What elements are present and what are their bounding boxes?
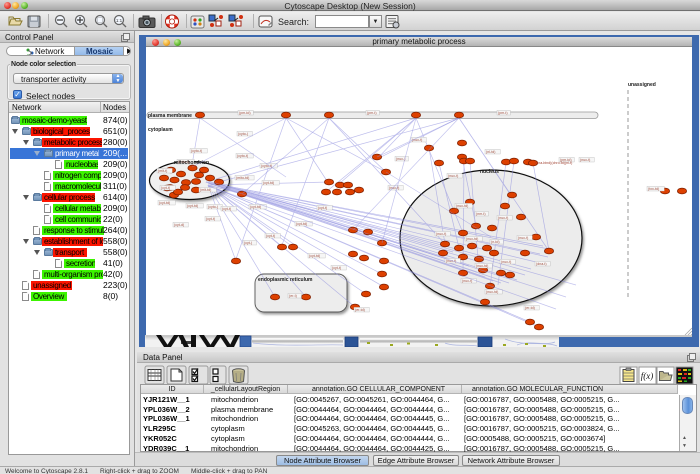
svg-text:(nl-td): (nl-td) xyxy=(486,150,495,154)
svg-text:(cyt-td): (cyt-td) xyxy=(309,254,320,258)
svg-text:(pm-t): (pm-t) xyxy=(498,111,508,115)
svg-text:plasma membrane: plasma membrane xyxy=(148,113,192,119)
svg-text:(cyt-t): (cyt-t) xyxy=(318,206,327,210)
svg-text:(cyt-td): (cyt-td) xyxy=(187,204,198,208)
svg-text:(nuc-t): (nuc-t) xyxy=(412,138,422,142)
svg-text:(cyto-t): (cyto-t) xyxy=(237,154,248,158)
svg-text:1:1: 1:1 xyxy=(116,18,123,23)
svg-text:(pm-td): (pm-td) xyxy=(239,111,251,115)
svg-text:(nuc-t): (nuc-t) xyxy=(436,232,446,236)
svg-text:(mito-td): (mito-td) xyxy=(236,176,249,180)
svg-text:(dna-bind)(chro-td)(nl-t): (dna-bind)(chro-td)(nl-t) xyxy=(535,161,572,165)
svg-text:(nuc-td): (nuc-td) xyxy=(456,204,468,208)
svg-text:(nuc-): (nuc-) xyxy=(396,157,405,161)
svg-text:(cyt-d): (cyt-d) xyxy=(174,223,184,227)
svg-text:(cyt-): (cyt-) xyxy=(244,241,252,245)
svg-text:(txx-td): (txx-td) xyxy=(648,187,659,191)
svg-text:f(x): f(x) xyxy=(641,371,654,381)
svg-text:(cyt-td): (cyt-td) xyxy=(263,181,274,185)
svg-text:(nuc-td): (nuc-td) xyxy=(486,290,498,294)
svg-text:(nuc-t): (nuc-t) xyxy=(518,236,528,240)
svg-text:(cyto-): (cyto-) xyxy=(208,205,218,209)
svg-text:(nuc-td): (nuc-td) xyxy=(466,237,478,241)
svg-text:(dna-t): (dna-t) xyxy=(536,262,547,266)
svg-text:(nuc-td): (nuc-td) xyxy=(476,264,488,268)
svg-text:cytoplasm: cytoplasm xyxy=(148,127,173,133)
svg-text:(cyt-t): (cyt-t) xyxy=(222,207,231,211)
svg-text:(cyt-td): (cyt-td) xyxy=(159,201,170,205)
svg-text:(nm-t): (nm-t) xyxy=(476,212,486,216)
svg-text:(cyt-t): (cyt-t) xyxy=(206,217,215,221)
svg-text:(nuc-t): (nuc-t) xyxy=(462,279,472,283)
svg-text:(cyt-t): (cyt-t) xyxy=(266,234,275,238)
svg-text:(cyto-t): (cyto-t) xyxy=(191,149,202,153)
svg-text:(nuc-t): (nuc-t) xyxy=(498,216,508,220)
svg-text:(n-td): (n-td) xyxy=(491,240,500,244)
svg-text:endoplasmic reticulum: endoplasmic reticulum xyxy=(258,277,313,283)
svg-text:(cyt-td): (cyt-td) xyxy=(250,205,261,209)
svg-text:(cyt-t): (cyt-t) xyxy=(332,266,341,270)
svg-text:(nuc-t): (nuc-t) xyxy=(448,174,458,178)
svg-text:(nuc-t): (nuc-t) xyxy=(501,260,511,264)
svg-text:(cyto-): (cyto-) xyxy=(238,132,248,136)
svg-text:(pm-t): (pm-t) xyxy=(367,111,377,115)
svg-text:(er-t): (er-t) xyxy=(289,294,297,298)
svg-text:(nuc-t): (nuc-t) xyxy=(580,158,590,162)
svg-text:(mit-t): (mit-t) xyxy=(158,169,167,173)
svg-text:(cyt-t): (cyt-t) xyxy=(161,186,170,190)
svg-text:(mit-td): (mit-td) xyxy=(200,188,211,192)
svg-text:(cyt-td): (cyt-td) xyxy=(296,222,307,226)
svg-text:nucleus: nucleus xyxy=(480,169,499,175)
svg-text:(er-td): (er-td) xyxy=(355,308,365,312)
svg-text:(er-td): (er-td) xyxy=(525,306,535,310)
svg-text:unassigned: unassigned xyxy=(628,82,656,88)
